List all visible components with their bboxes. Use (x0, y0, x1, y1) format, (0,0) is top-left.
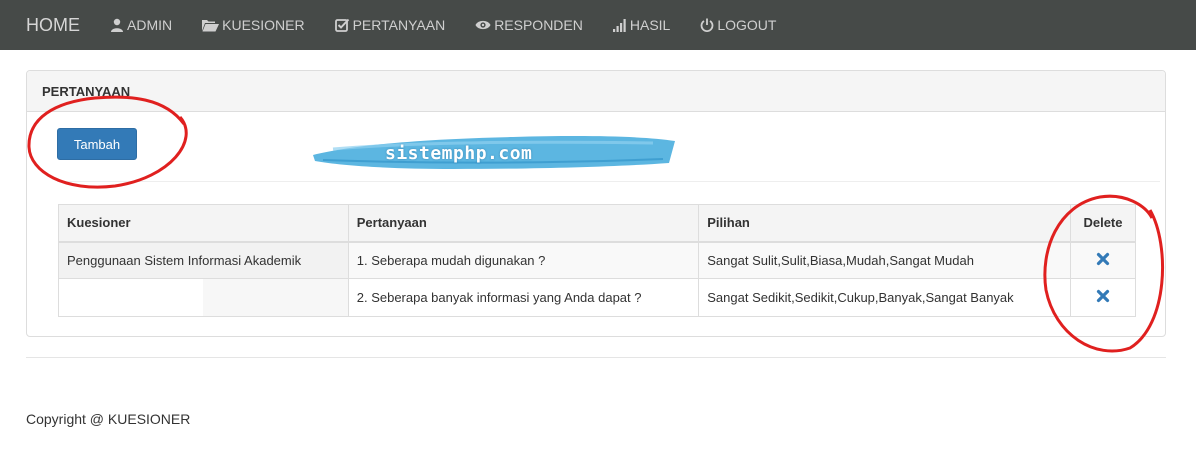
nav-admin-link[interactable]: ADMIN (110, 0, 172, 50)
footer-copyright: Copyright @ KUESIONER (26, 411, 191, 427)
cell-kuesioner-redacted (59, 279, 203, 316)
delete-x-icon[interactable] (1096, 252, 1110, 266)
power-icon (700, 18, 714, 32)
cell-delete (1069, 241, 1137, 279)
panel-heading: PERTANYAAN (27, 71, 1165, 112)
nav-home-link[interactable]: HOME (26, 0, 80, 50)
nav-responden-link[interactable]: RESPONDEN (475, 0, 583, 50)
nav-responden-label: RESPONDEN (494, 17, 583, 33)
nav-hasil-label: HASIL (629, 17, 671, 33)
top-navbar: HOME ADMIN KUESIONER PERTANYAAN RESPONDE… (0, 0, 1196, 50)
nav-hasil-link[interactable]: HASIL (612, 0, 671, 50)
nav-pertanyaan-link[interactable]: PERTANYAAN (334, 0, 446, 50)
panel-divider (57, 181, 1160, 182)
nav-pertanyaan-label: PERTANYAAN (352, 17, 446, 33)
header-pilihan: Pilihan (698, 204, 1071, 243)
cell-kuesioner (58, 278, 349, 317)
header-kuesioner: Kuesioner (58, 204, 349, 243)
tambah-button[interactable]: Tambah (57, 128, 137, 160)
cell-pilihan: Sangat Sulit,Sulit,Biasa,Mudah,Sangat Mu… (698, 241, 1071, 279)
nav-logout-link[interactable]: LOGOUT (700, 0, 776, 50)
cell-delete (1069, 278, 1137, 317)
watermark-text: sistemphp.com (385, 143, 533, 164)
folder-open-icon (202, 19, 220, 31)
delete-x-icon[interactable] (1096, 289, 1110, 303)
nav-kuesioner-label: KUESIONER (222, 17, 305, 33)
cell-pertanyaan: 2. Seberapa banyak informasi yang Anda d… (347, 278, 700, 317)
header-pertanyaan: Pertanyaan (347, 204, 700, 243)
header-delete: Delete (1069, 204, 1137, 243)
signal-bars-icon (612, 18, 626, 32)
eye-icon (475, 20, 491, 30)
pertanyaan-panel: PERTANYAAN Tambah sistemphp.com Kuesione… (26, 70, 1166, 337)
cell-kuesioner: Penggunaan Sistem Informasi Akademik (58, 241, 349, 279)
nav-admin-label: ADMIN (127, 17, 173, 33)
table-row: 2. Seberapa banyak informasi yang Anda d… (58, 278, 1137, 317)
content-divider (26, 357, 1166, 358)
cell-pertanyaan: 1. Seberapa mudah digunakan ? (347, 241, 700, 279)
table-header-row: Kuesioner Pertanyaan Pilihan Delete (58, 204, 1137, 243)
checkbox-icon (334, 18, 349, 32)
table-row: Penggunaan Sistem Informasi Akademik 1. … (58, 241, 1137, 279)
cell-pilihan: Sangat Sedikit,Sedikit,Cukup,Banyak,Sang… (698, 278, 1071, 317)
pertanyaan-table: Kuesioner Pertanyaan Pilihan Delete Peng… (58, 204, 1137, 317)
nav-logout-label: LOGOUT (717, 17, 777, 33)
user-icon (111, 18, 123, 32)
nav-kuesioner-link[interactable]: KUESIONER (202, 0, 305, 50)
